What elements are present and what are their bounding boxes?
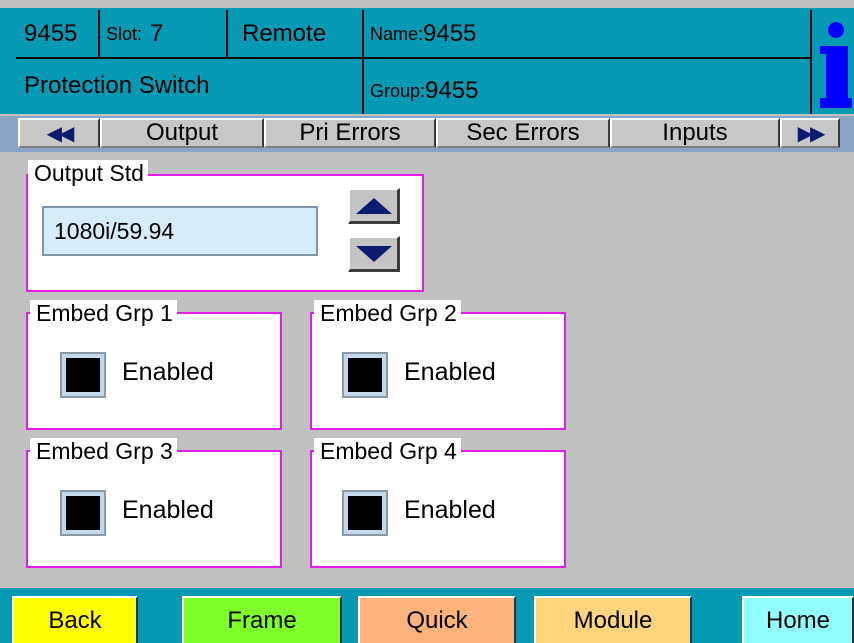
frame-button[interactable]: Frame (182, 596, 342, 643)
double-right-arrow-icon: ▶▶ (797, 122, 826, 145)
home-button[interactable]: Home (742, 596, 854, 643)
info-button[interactable] (812, 10, 854, 114)
card-type: Protection Switch (16, 58, 364, 114)
checkbox-fill (66, 496, 100, 530)
embed-grp-2-checkbox[interactable] (342, 352, 388, 398)
name-cell: Name: 9455 (364, 10, 812, 58)
info-icon (820, 20, 852, 110)
tab-pri-errors[interactable]: Pri Errors (264, 118, 436, 148)
output-std-field[interactable]: 1080i/59.94 (42, 206, 318, 256)
checkbox-fill (348, 358, 382, 392)
embed-grp-2-legend: Embed Grp 2 (314, 300, 461, 326)
slot-label: Slot: (106, 23, 143, 44)
back-button[interactable]: Back (12, 596, 138, 643)
group-label: Group: (370, 80, 426, 101)
slot-cell: Slot: 7 (100, 10, 228, 58)
tab-scroll-left-button[interactable]: ◀◀ (18, 118, 100, 148)
name-label: Name: (370, 23, 424, 44)
embed-grp-1-legend: Embed Grp 1 (30, 300, 177, 326)
tab-sec-errors[interactable]: Sec Errors (436, 118, 610, 148)
module-button[interactable]: Module (534, 596, 692, 643)
device-id: 9455 (16, 10, 100, 58)
embed-grp-3-legend: Embed Grp 3 (30, 438, 177, 464)
embed-grp-4-legend: Embed Grp 4 (314, 438, 461, 464)
group-cell: Group: 9455 (364, 58, 812, 114)
output-std-down-button[interactable] (348, 236, 400, 272)
arrow-up-icon (355, 197, 392, 214)
name-value: 9455 (423, 20, 477, 47)
arrow-down-icon (355, 245, 392, 262)
slot-value: 7 (150, 20, 164, 47)
tab-inputs[interactable]: Inputs (610, 118, 780, 148)
output-std-legend: Output Std (28, 160, 148, 186)
embed-grp-3-checkbox[interactable] (60, 490, 106, 536)
mode-cell: Remote (228, 10, 364, 58)
embed-grp-4-checkbox[interactable] (342, 490, 388, 536)
double-left-arrow-icon: ◀◀ (46, 122, 75, 145)
embed-grp-1-enabled-label: Enabled (122, 358, 214, 386)
embed-grp-3-enabled-label: Enabled (122, 496, 214, 524)
header-divider (16, 57, 812, 59)
embed-grp-4-enabled-label: Enabled (404, 496, 496, 524)
embed-grp-1-checkbox[interactable] (60, 352, 106, 398)
embed-grp-2-enabled-label: Enabled (404, 358, 496, 386)
checkbox-fill (66, 358, 100, 392)
output-std-up-button[interactable] (348, 188, 400, 224)
group-value: 9455 (425, 77, 479, 104)
tab-scroll-right-button[interactable]: ▶▶ (780, 118, 840, 148)
checkbox-fill (348, 496, 382, 530)
tab-output[interactable]: Output (100, 118, 264, 148)
quick-button[interactable]: Quick (358, 596, 516, 643)
